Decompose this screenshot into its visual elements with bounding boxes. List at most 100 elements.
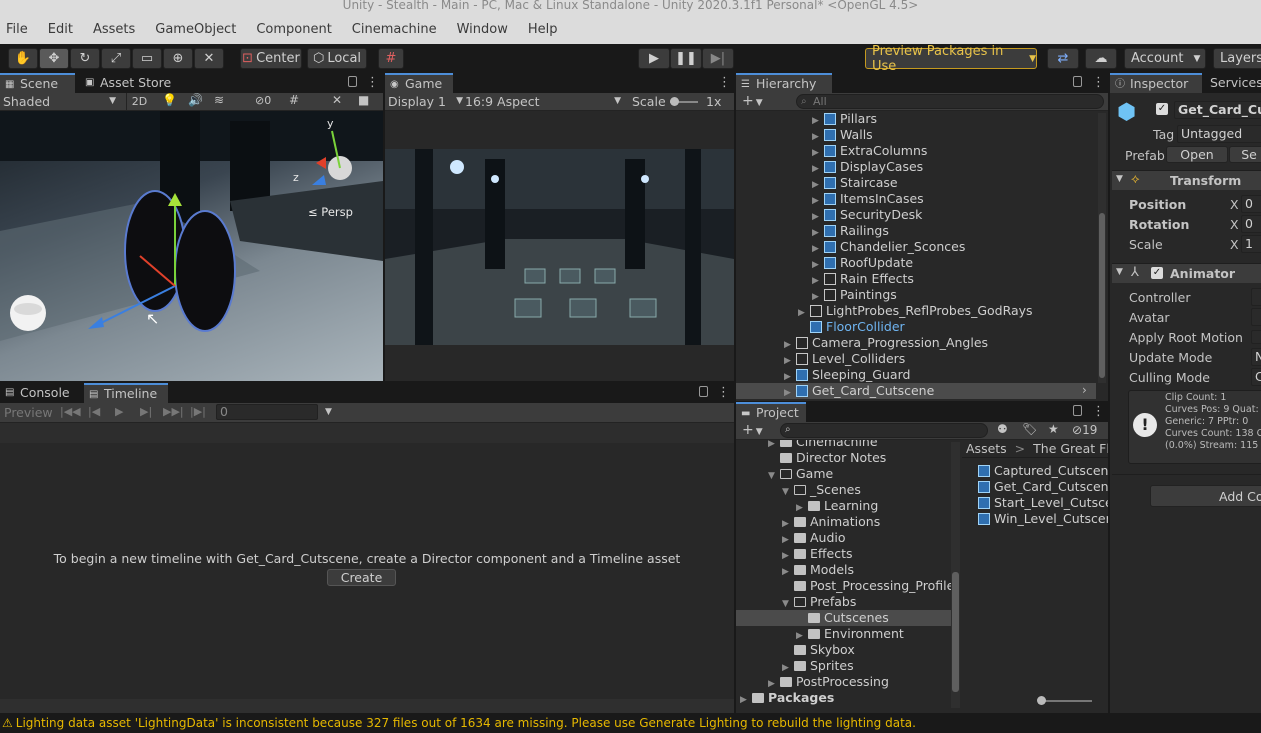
transform-tool-icon[interactable]: ⊕ xyxy=(163,48,193,69)
favorite-star-icon[interactable]: ★ xyxy=(1048,422,1059,436)
folder-tree-scrollbar[interactable] xyxy=(951,442,960,708)
chevron-right-icon[interactable]: › xyxy=(1082,383,1087,397)
display-dropdown[interactable]: Display 1 ▼ xyxy=(388,94,463,109)
update-mode-dropdown[interactable]: N xyxy=(1251,348,1261,366)
fold-arrow-icon[interactable]: ▼ xyxy=(1116,174,1123,184)
2d-toggle[interactable]: 2D xyxy=(126,93,152,110)
folder-item[interactable]: Post_Processing_Profiles xyxy=(782,578,951,594)
hierarchy-item[interactable]: ▶ Pillars xyxy=(812,111,877,127)
prefab-select-button[interactable]: Se xyxy=(1229,146,1261,163)
object-name-field[interactable]: Get_Card_Cut xyxy=(1174,101,1261,119)
menu-component[interactable]: Component xyxy=(248,22,339,37)
hierarchy-item[interactable]: ▶ DisplayCases xyxy=(812,159,923,175)
hierarchy-item[interactable]: ▶ Paintings xyxy=(812,287,897,303)
breadcrumb-current[interactable]: The Great Flee xyxy=(1033,441,1108,456)
hidden-objects-toggle[interactable]: ⊘0 xyxy=(255,94,271,107)
tab-hierarchy[interactable]: ☰ Hierarchy xyxy=(736,73,832,93)
projection-label[interactable]: ≤ Persp xyxy=(308,205,353,219)
hand-tool-icon[interactable]: ✋ xyxy=(8,48,38,69)
account-dropdown[interactable]: Account ▼ xyxy=(1124,48,1206,69)
menu-cinemachine[interactable]: Cinemachine xyxy=(344,22,445,37)
play-button[interactable]: ▶ xyxy=(638,48,670,69)
hierarchy-item[interactable]: ▶ Rain Effects xyxy=(812,271,914,287)
asset-item[interactable]: Get_Card_Cutscene xyxy=(978,479,1108,495)
shading-mode-dropdown[interactable]: Shaded ▼ xyxy=(3,94,118,109)
grid-toggle-icon[interactable]: # xyxy=(289,93,299,107)
hidden-packages-toggle[interactable]: ⊘19 xyxy=(1072,423,1097,437)
position-x-field[interactable]: 0 xyxy=(1241,195,1261,213)
folder-item[interactable]: ▶ Sprites xyxy=(782,658,854,674)
folder-item[interactable]: ▼ Prefabs xyxy=(782,594,856,610)
more-options-icon[interactable]: ⋮ xyxy=(1092,404,1105,419)
folder-item[interactable]: ▶ Models xyxy=(782,562,854,578)
avatar-field[interactable] xyxy=(1251,308,1261,326)
hierarchy-item[interactable]: ▶ ExtraColumns xyxy=(812,143,927,159)
scrollbar-thumb[interactable] xyxy=(952,572,959,692)
hierarchy-scrollbar[interactable] xyxy=(1098,113,1106,383)
create-asset-button[interactable]: + ▼ xyxy=(742,422,763,438)
rotation-x-field[interactable]: 0 xyxy=(1241,215,1261,233)
folder-item[interactable]: ▶ Cinemachine xyxy=(768,440,878,450)
more-options-icon[interactable]: ⋮ xyxy=(1092,75,1105,90)
hierarchy-search-input[interactable]: ⌕ All xyxy=(796,94,1104,109)
audio-toggle-icon[interactable]: 🔊 xyxy=(188,93,203,107)
filter-label-icon[interactable]: 🏷 xyxy=(1022,422,1037,436)
timeline-scrollbar[interactable] xyxy=(0,699,734,713)
loop-icon[interactable]: |▶| xyxy=(190,405,206,418)
next-frame-icon[interactable]: ▶| xyxy=(140,405,152,418)
play-icon[interactable]: ▶ xyxy=(115,405,123,418)
hierarchy-item[interactable]: ▶ Camera_Progression_Angles xyxy=(784,335,988,351)
collab-icon[interactable]: ⇄ xyxy=(1047,48,1079,69)
rotate-tool-icon[interactable]: ↻ xyxy=(70,48,100,69)
hierarchy-item[interactable]: ▶ SecurityDesk xyxy=(812,207,922,223)
lock-icon[interactable] xyxy=(1073,76,1082,87)
hierarchy-item[interactable]: ▶ Level_Colliders xyxy=(784,351,905,367)
hierarchy-item[interactable]: ▶ Walls xyxy=(812,127,873,143)
hierarchy-item[interactable]: FloorCollider xyxy=(798,319,905,335)
lock-icon[interactable] xyxy=(699,386,708,397)
chevron-down-icon[interactable]: ▼ xyxy=(325,407,332,417)
menu-edit[interactable]: Edit xyxy=(40,22,81,37)
tag-dropdown[interactable]: Untagged xyxy=(1177,125,1261,143)
hierarchy-item[interactable]: ▶ ItemsInCases xyxy=(812,191,924,207)
folder-item[interactable]: ▼ _Scenes xyxy=(782,482,861,498)
tab-project[interactable]: ▬ Project xyxy=(736,402,806,422)
create-timeline-button[interactable]: Create xyxy=(327,569,396,586)
pivot-local-button[interactable]: ⬡ Local xyxy=(307,48,367,69)
scene-view[interactable]: y z ≤ Persp ↖ xyxy=(0,111,383,381)
asset-item[interactable]: Start_Level_Cutscen xyxy=(978,495,1108,511)
pivot-center-button[interactable]: ⊡ Center xyxy=(240,48,302,69)
icon-size-slider[interactable] xyxy=(1038,700,1092,702)
layers-dropdown[interactable]: Layers xyxy=(1213,48,1261,69)
menu-assets[interactable]: Assets xyxy=(85,22,143,37)
game-view[interactable] xyxy=(385,111,734,381)
folder-item[interactable]: ▶ Packages xyxy=(740,690,834,706)
goto-end-icon[interactable]: ▶▶| xyxy=(163,405,184,418)
controller-field[interactable] xyxy=(1251,288,1261,306)
scale-x-field[interactable]: 1 xyxy=(1241,235,1261,253)
hierarchy-item[interactable]: ▶ Staircase xyxy=(812,175,898,191)
tab-asset-store[interactable]: ▣ Asset Store xyxy=(80,73,177,93)
folder-item[interactable]: ▼ Game xyxy=(768,466,833,482)
scale-slider-thumb[interactable] xyxy=(670,97,679,106)
fold-arrow-icon[interactable]: ▼ xyxy=(1116,267,1123,277)
scale-tool-icon[interactable]: ⤢ xyxy=(101,48,131,69)
folder-item[interactable]: ▶ Animations xyxy=(782,514,880,530)
menu-window[interactable]: Window xyxy=(449,22,516,37)
culling-mode-dropdown[interactable]: C xyxy=(1251,368,1261,386)
animator-enabled-checkbox[interactable]: ✓ xyxy=(1151,267,1163,279)
folder-item[interactable]: Cutscenes xyxy=(796,610,889,626)
hierarchy-item[interactable]: ▶ Get_Card_Cutscene xyxy=(784,383,934,399)
breadcrumb-assets[interactable]: Assets xyxy=(966,441,1007,456)
menu-file[interactable]: File xyxy=(0,22,36,37)
tab-timeline[interactable]: ▤ Timeline xyxy=(84,383,168,403)
scrollbar-thumb[interactable] xyxy=(1099,213,1105,378)
tab-game[interactable]: ◉ Game xyxy=(385,73,453,93)
folder-item[interactable]: ▶ Learning xyxy=(796,498,878,514)
project-search-input[interactable]: ⌕ xyxy=(780,423,988,438)
custom-tool-icon[interactable]: ✕ xyxy=(194,48,224,69)
lock-icon[interactable] xyxy=(348,76,357,87)
pause-button[interactable]: ❚❚ xyxy=(670,48,702,69)
folder-item[interactable]: ▶ Environment xyxy=(796,626,904,642)
folder-item[interactable]: Director Notes xyxy=(768,450,886,466)
